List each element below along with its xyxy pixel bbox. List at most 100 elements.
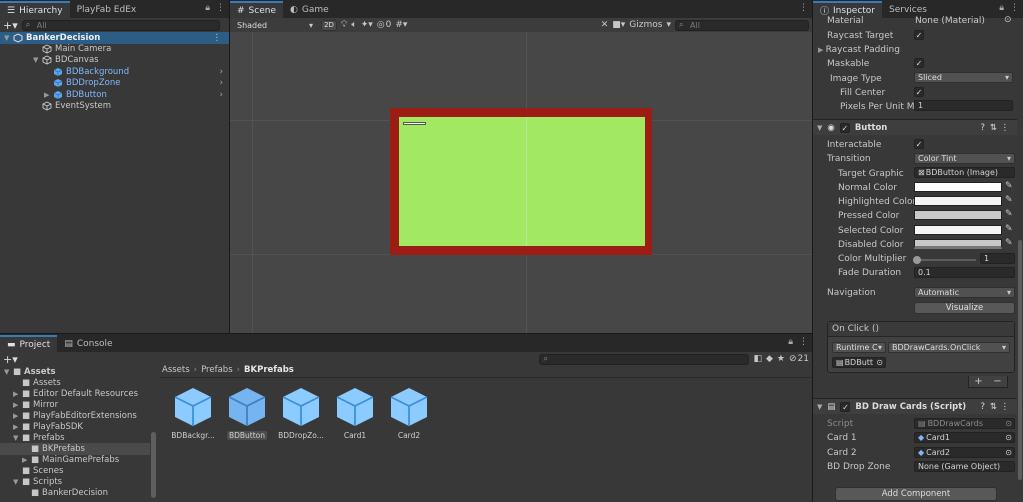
tools-icon[interactable]: ✕ (601, 20, 609, 30)
target-icon[interactable]: ⊙ (876, 358, 883, 367)
collapse-arrow-icon[interactable]: ▶ (44, 91, 53, 99)
selected-color-swatch[interactable] (914, 225, 1002, 235)
grid-toggle-icon[interactable]: #▾ (395, 20, 407, 30)
more-icon[interactable]: ⋮ (213, 33, 222, 43)
pixels-per-unit-input[interactable]: 1 (914, 100, 1013, 111)
chevron-right-icon[interactable]: › (220, 90, 223, 100)
script-component-header[interactable]: ▼ ▤ ✓ BD Draw Cards (Script) ? ⇅ ⋮ (813, 398, 1017, 414)
visibility-icon[interactable]: ◎ (377, 20, 385, 30)
scene-search-input[interactable]: All (675, 19, 809, 31)
lock-icon[interactable]: 🔒︎ (788, 337, 793, 347)
add-component-button[interactable]: Add Component (835, 487, 997, 501)
asset-card1[interactable]: Card1 (333, 386, 377, 450)
tree-item-bankerdecision[interactable]: ■ BankerDecision (31, 487, 108, 499)
expand-arrow-icon[interactable]: ▼ (4, 34, 13, 42)
maskable-checkbox[interactable]: ✓ (914, 58, 924, 68)
tree-scrollbar[interactable] (151, 432, 156, 498)
help-icon[interactable]: ? (980, 402, 985, 412)
chevron-right-icon[interactable]: › (220, 78, 223, 88)
inspector-scrollbar[interactable] (1018, 240, 1022, 480)
disabled-color-swatch[interactable] (914, 239, 1002, 249)
raycast-padding-label[interactable]: ▶ Raycast Padding (818, 45, 900, 55)
breadcrumb-bkprefabs[interactable]: BKPrefabs (244, 365, 294, 375)
asset-bddropzone[interactable]: BDDropZo... (278, 386, 324, 450)
visualize-button[interactable]: Visualize (914, 302, 1015, 314)
filter-by-label-icon[interactable]: ◆ (766, 354, 773, 364)
more-icon[interactable]: ⋮ (799, 337, 808, 347)
eyedropper-icon[interactable]: ✎ (1005, 195, 1013, 205)
eyedropper-icon[interactable]: ✎ (1005, 181, 1013, 191)
shading-mode-dropdown[interactable]: Shaded (233, 19, 317, 31)
add-listener-button[interactable]: + (974, 376, 982, 387)
lighting-icon[interactable]: 💡︎ (341, 20, 347, 30)
camera-icon[interactable]: ■▾ (612, 20, 625, 30)
mode-2d-toggle[interactable]: 2D (321, 19, 337, 31)
chevron-right-icon[interactable]: › (220, 67, 223, 77)
expand-arrow-icon[interactable]: ▼ (33, 56, 42, 64)
button-enabled-checkbox[interactable]: ✓ (839, 122, 850, 133)
more-icon[interactable]: ⋮ (1010, 3, 1019, 13)
breadcrumb-assets[interactable]: Assets (162, 365, 190, 375)
tab-game[interactable]: ◐ Game (283, 1, 336, 18)
hierarchy-search-input[interactable]: All (21, 19, 220, 31)
button-component-header[interactable]: ▼ ◉ ✓ Button ? ⇅ ⋮ (813, 119, 1017, 135)
tab-playfab-edex[interactable]: PlayFab EdEx (70, 1, 144, 18)
filter-by-type-icon[interactable]: ◧ (753, 354, 762, 364)
help-icon[interactable]: ? (980, 123, 985, 133)
normal-color-swatch[interactable] (914, 182, 1002, 192)
effects-icon[interactable]: ✦▾ (361, 20, 373, 30)
color-multiplier-slider[interactable] (913, 256, 976, 264)
collapse-arrow-icon[interactable]: ▼ (817, 124, 822, 132)
highlighted-color-swatch[interactable] (914, 196, 1002, 206)
lock-icon[interactable]: 🔒︎ (999, 3, 1004, 13)
eyedropper-icon[interactable]: ✎ (1005, 209, 1013, 219)
more-icon[interactable]: ⋮ (1001, 402, 1010, 412)
slider-handle[interactable] (913, 256, 921, 264)
interactable-checkbox[interactable]: ✓ (914, 139, 924, 149)
tab-hierarchy[interactable]: ☰ Hierarchy (0, 1, 70, 18)
target-icon[interactable]: ⊙ (1005, 433, 1012, 442)
tab-project[interactable]: ▬ Project (0, 335, 58, 352)
audio-icon[interactable]: 🔈︎ (351, 20, 356, 30)
function-dropdown[interactable]: BDDrawCards.OnClick (888, 342, 1010, 353)
pressed-color-swatch[interactable] (914, 210, 1002, 220)
add-icon[interactable]: +▾ (3, 353, 18, 366)
project-search-input[interactable] (539, 353, 750, 365)
preset-icon[interactable]: ⇅ (990, 402, 997, 412)
tab-console[interactable]: ▤ Console (57, 335, 119, 352)
onclick-object-field[interactable]: ▤ BDButt ⊙ (832, 357, 886, 368)
eyedropper-icon[interactable]: ✎ (1005, 238, 1013, 248)
color-multiplier-input[interactable]: 1 (980, 253, 1015, 264)
scene-viewport[interactable] (230, 32, 812, 333)
runtime-mode-dropdown[interactable]: Runtime C (832, 342, 886, 353)
more-icon[interactable]: ⋮ (1001, 123, 1010, 133)
fade-duration-input[interactable]: 0.1 (914, 267, 1015, 278)
remove-listener-button[interactable]: − (993, 376, 1001, 387)
card1-field[interactable]: ◆ Card1 ⊙ (914, 432, 1015, 443)
hierarchy-item-bddropzone[interactable]: BDDropZone › (53, 77, 229, 89)
transition-dropdown[interactable]: Color Tint (914, 153, 1015, 164)
card2-field[interactable]: ◆ Card2 ⊙ (914, 447, 1015, 458)
asset-bdbutton[interactable]: BDButton (225, 386, 269, 450)
gizmos-dropdown[interactable]: Gizmos (629, 20, 662, 30)
tab-scene[interactable]: # Scene (230, 1, 283, 18)
fill-center-checkbox[interactable]: ✓ (914, 87, 924, 97)
more-icon[interactable]: ⋮ (216, 3, 225, 13)
scene-row[interactable]: ▼ BankerDecision ⋮ (0, 32, 229, 44)
bd-drop-zone-field[interactable]: None (Game Object) (914, 461, 1015, 472)
asset-card2[interactable]: Card2 (387, 386, 431, 450)
target-icon[interactable]: ⊙ (1005, 448, 1012, 457)
bd-background-panel[interactable] (390, 108, 652, 255)
breadcrumb-prefabs[interactable]: Prefabs (201, 365, 233, 375)
hierarchy-item-bdcanvas[interactable]: ▼ BDCanvas (33, 54, 99, 66)
navigation-dropdown[interactable]: Automatic (914, 287, 1015, 298)
add-icon[interactable]: +▾ (3, 19, 18, 32)
favorite-icon[interactable]: ★ (777, 354, 785, 364)
script-enabled-checkbox[interactable]: ✓ (840, 401, 851, 412)
hidden-packages-icon[interactable]: ⊘ (789, 354, 797, 364)
eyedropper-icon[interactable]: ✎ (1005, 224, 1013, 234)
image-type-dropdown[interactable]: Sliced (914, 72, 1013, 83)
raycast-target-checkbox[interactable]: ✓ (914, 30, 924, 40)
material-value[interactable]: None (Material) (915, 16, 985, 26)
lock-icon[interactable]: 🔒︎ (205, 3, 210, 13)
